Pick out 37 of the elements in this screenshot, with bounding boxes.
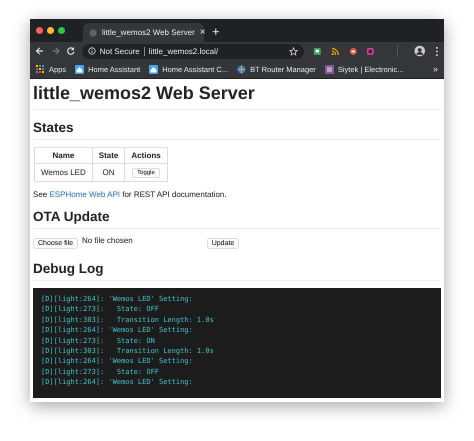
table-cell: Wemos LED xyxy=(34,164,92,182)
extension-icon[interactable] xyxy=(313,46,322,56)
reload-icon[interactable] xyxy=(66,46,76,56)
section-heading: Debug Log xyxy=(33,261,104,276)
api-note: See ESPHome Web API for REST API documentation. xyxy=(33,190,228,199)
rss-icon[interactable] xyxy=(330,46,340,56)
apps-grid-icon xyxy=(36,64,45,74)
close-window-button[interactable] xyxy=(36,27,43,34)
file-status: No file chosen xyxy=(82,236,133,245)
section-heading: OTA Update xyxy=(33,209,110,224)
minimize-window-button[interactable] xyxy=(47,27,54,34)
extension-icon[interactable] xyxy=(348,46,358,56)
back-icon[interactable] xyxy=(35,46,45,56)
tab-title: little_wemos2 Web Server xyxy=(102,28,195,37)
column-header: State xyxy=(92,148,125,164)
close-tab-button[interactable]: × xyxy=(200,27,206,38)
bookmarks-overflow-button[interactable]: » xyxy=(432,64,438,74)
table-cell: ON xyxy=(92,164,125,182)
site-icon xyxy=(324,64,334,74)
url-text: little_wemos2.local/ xyxy=(148,46,218,56)
zoom-window-button[interactable] xyxy=(58,27,65,34)
address-bar[interactable]: Not Secure little_wemos2.local/ xyxy=(82,44,304,58)
house-icon xyxy=(75,64,84,74)
section-heading: States xyxy=(33,120,75,135)
house-icon xyxy=(149,64,158,74)
api-link[interactable]: ESPHome Web API xyxy=(49,190,120,199)
profile-avatar-icon[interactable] xyxy=(414,45,426,57)
column-header: Actions xyxy=(124,148,168,164)
new-tab-button[interactable]: + xyxy=(212,24,220,39)
browser-tab[interactable]: little_wemos2 Web Server × xyxy=(83,23,204,42)
column-header: Name xyxy=(34,148,92,164)
security-label: Not Secure xyxy=(100,46,140,56)
forward-icon[interactable] xyxy=(50,46,60,56)
menu-icon[interactable] xyxy=(435,46,439,56)
star-icon[interactable] xyxy=(289,46,298,56)
info-icon xyxy=(88,47,96,55)
page-title: little_wemos2 Web Server xyxy=(33,83,256,104)
